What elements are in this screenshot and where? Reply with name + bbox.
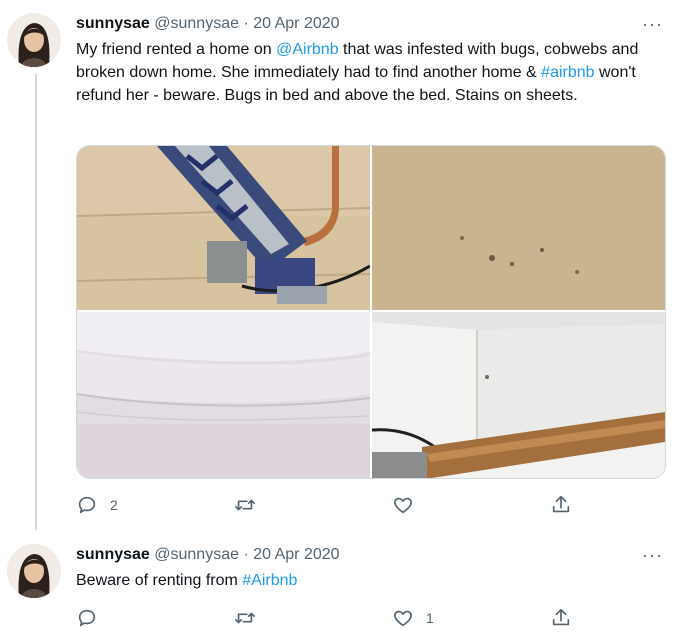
like-icon: [394, 497, 412, 514]
thread-line: [35, 74, 37, 530]
retweet-icon: [235, 612, 255, 624]
photo-bed-sheets[interactable]: [77, 312, 370, 478]
photo-ceiling-stains[interactable]: [372, 146, 665, 310]
retweet-button[interactable]: [234, 607, 268, 629]
tweet-2[interactable]: sunnysae @sunnysae · 20 Apr 2020 ··· Bew…: [0, 530, 680, 641]
user-handle[interactable]: @sunnysae: [154, 15, 239, 32]
tweet-1[interactable]: sunnysae @sunnysae · 20 Apr 2020 ··· My …: [0, 0, 680, 530]
tweet-text: Beware of renting from #Airbnb: [76, 569, 666, 592]
tweet-date[interactable]: 20 Apr 2020: [253, 546, 339, 563]
more-icon[interactable]: ···: [642, 15, 662, 34]
tweet-actions: 1: [76, 607, 636, 629]
tweet-actions: 2: [76, 494, 636, 516]
photo-wall-shelf[interactable]: [372, 312, 665, 478]
retweet-icon: [235, 499, 255, 511]
text-part: My friend rented a home on: [76, 41, 277, 58]
like-button[interactable]: [392, 494, 426, 516]
display-name[interactable]: sunnysae: [76, 546, 150, 563]
avatar[interactable]: [7, 544, 61, 598]
tweet-text: My friend rented a home on @Airbnb that …: [76, 38, 666, 107]
separator: ·: [243, 546, 249, 563]
share-icon: [552, 608, 570, 626]
avatar[interactable]: [7, 13, 61, 67]
media-grid: [76, 145, 666, 479]
text-part: Beware of renting from: [76, 572, 243, 589]
reply-icon: [78, 609, 96, 627]
retweet-button[interactable]: [234, 494, 268, 516]
like-count: 1: [426, 610, 434, 626]
more-icon[interactable]: ···: [642, 546, 662, 565]
display-name[interactable]: sunnysae: [76, 15, 150, 32]
share-button[interactable]: [550, 607, 572, 629]
photo-vent-pipe[interactable]: [77, 146, 370, 310]
like-button[interactable]: 1: [392, 607, 434, 629]
tweet-header: sunnysae @sunnysae · 20 Apr 2020: [76, 14, 340, 34]
tweet-date[interactable]: 20 Apr 2020: [253, 15, 339, 32]
hashtag-link[interactable]: #airbnb: [541, 64, 594, 81]
separator: ·: [243, 15, 249, 32]
user-handle[interactable]: @sunnysae: [154, 546, 239, 563]
reply-button[interactable]: [76, 607, 110, 629]
hashtag-link[interactable]: #Airbnb: [242, 572, 297, 589]
reply-button[interactable]: 2: [76, 494, 118, 516]
like-icon: [394, 610, 412, 627]
share-button[interactable]: [550, 494, 572, 516]
mention-link[interactable]: @Airbnb: [276, 41, 339, 58]
tweet-header: sunnysae @sunnysae · 20 Apr 2020: [76, 545, 340, 565]
reply-icon: [78, 496, 96, 514]
reply-count: 2: [110, 497, 118, 513]
share-icon: [552, 495, 570, 513]
